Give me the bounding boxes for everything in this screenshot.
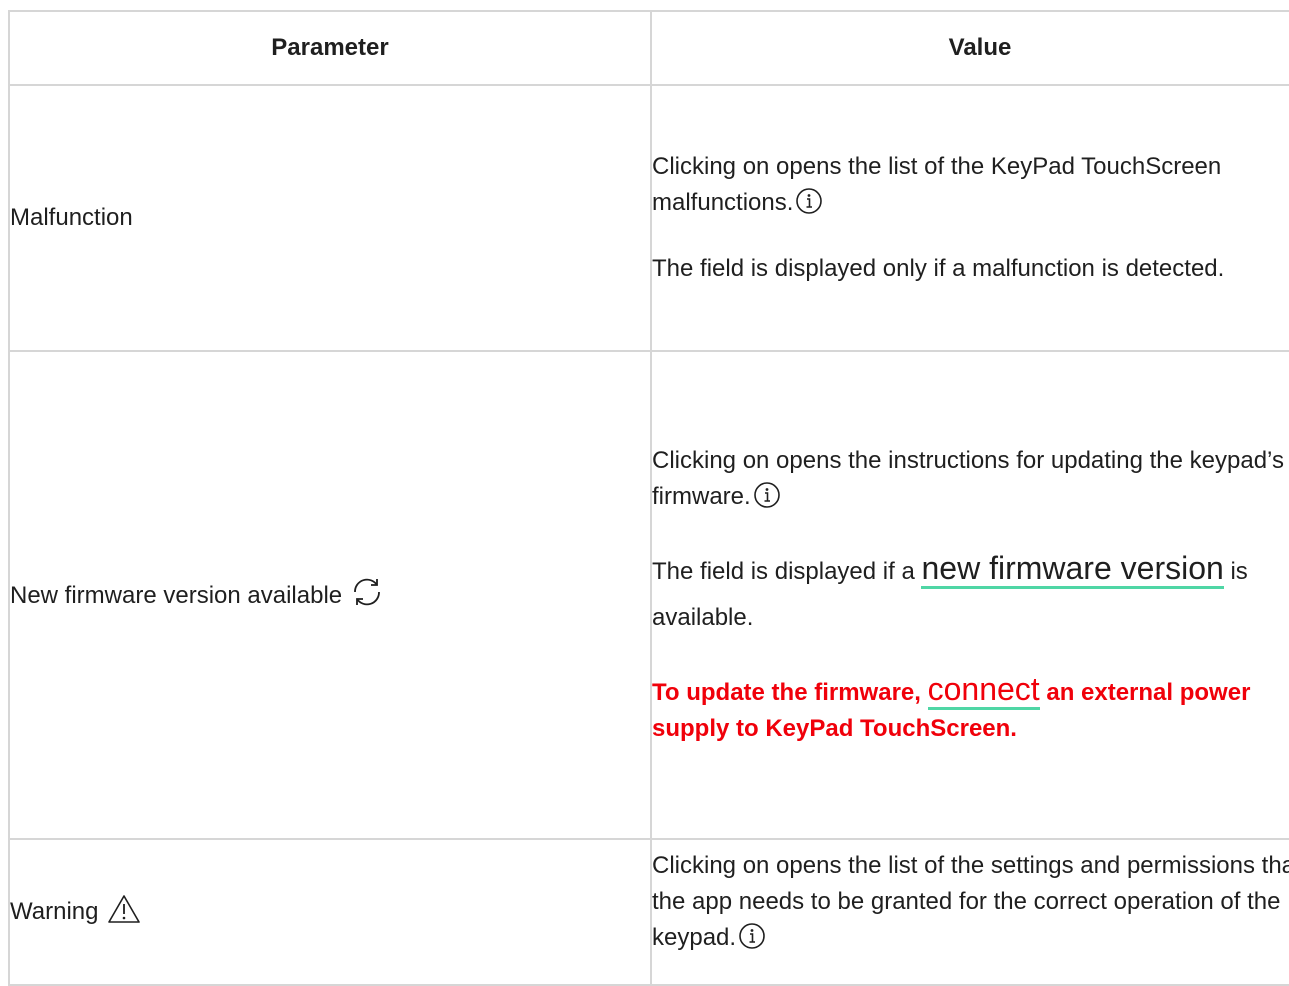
param-malfunction: Malfunction: [10, 204, 133, 231]
value-paragraph: The field is displayed only if a malfunc…: [652, 255, 1225, 282]
param-warning: Warning: [10, 897, 99, 925]
connect-link[interactable]: connect: [927, 671, 1040, 710]
param-new-firmware: New firmware version available: [10, 581, 343, 609]
value-paragraph: The field is displayed if a new firmware…: [652, 545, 1289, 641]
info-icon[interactable]: [753, 481, 781, 509]
param-cell: Warning: [8, 838, 652, 986]
header-value: Value: [650, 10, 1289, 86]
info-icon[interactable]: [795, 187, 823, 215]
new-firmware-version-link[interactable]: new firmware version: [921, 550, 1224, 589]
value-cell: Clicking on opens the list of the settin…: [650, 838, 1289, 986]
value-text: Clicking on opens the instructions for u…: [652, 447, 1284, 510]
table-header-row: Parameter Value: [8, 10, 1289, 86]
value-paragraph: Clicking on opens the list of the settin…: [652, 848, 1289, 956]
firmware-warning-paragraph: To update the firmware, connect an exter…: [652, 671, 1289, 747]
warning-text: To update the firmware,: [652, 679, 928, 706]
header-parameter: Parameter: [8, 10, 652, 86]
value-cell: Clicking on opens the instructions for u…: [650, 350, 1289, 840]
info-icon[interactable]: [738, 922, 766, 950]
value-cell: Clicking on opens the list of the KeyPad…: [650, 84, 1289, 352]
parameters-table: Parameter Value Malfunction Clicking on …: [8, 10, 1289, 986]
table-row: Warning Clicking on opens the list of th…: [8, 838, 1289, 986]
value-text: The field is displayed if a: [652, 558, 922, 585]
warning-triangle-icon: [106, 893, 142, 932]
param-cell: New firmware version available: [8, 350, 652, 840]
value-paragraph: Clicking on opens the list of the KeyPad…: [652, 149, 1289, 221]
param-cell: Malfunction: [8, 84, 652, 352]
value-paragraph: Clicking on opens the instructions for u…: [652, 443, 1289, 515]
value-text: Clicking on opens the list of the KeyPad…: [652, 153, 1222, 216]
refresh-icon: [350, 575, 384, 616]
table-row: New firmware version available Clicking …: [8, 350, 1289, 840]
table-row: Malfunction Clicking on opens the list o…: [8, 84, 1289, 352]
